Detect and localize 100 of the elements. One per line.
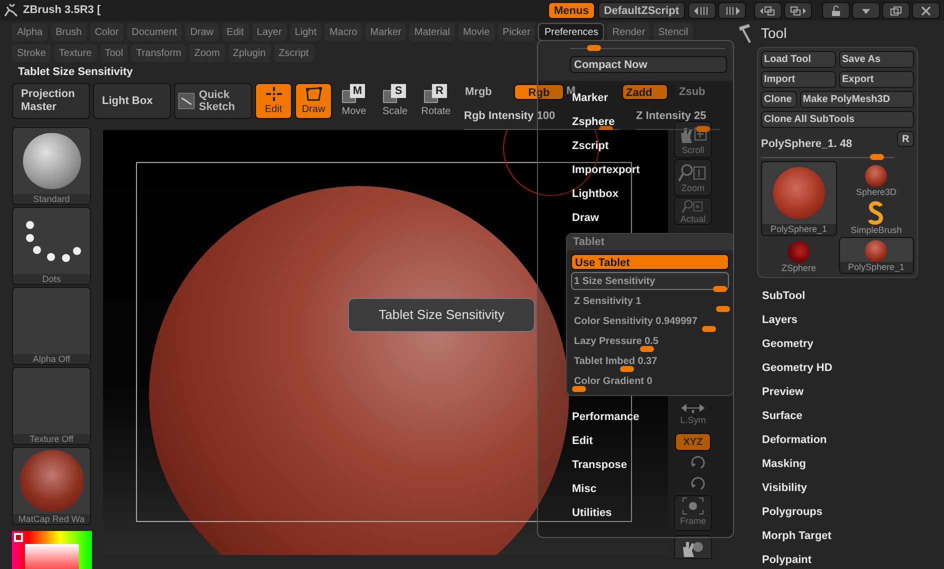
- shelf-button[interactable]: MatCap Red Wa: [12, 447, 91, 525]
- palette-section[interactable]: Visibility: [762, 480, 808, 496]
- scroll-left-button[interactable]: [688, 2, 716, 19]
- move-button[interactable]: [674, 535, 712, 559]
- palette-section[interactable]: Geometry: [762, 336, 814, 352]
- palette-section[interactable]: Deformation: [762, 432, 827, 448]
- menu-tab[interactable]: Render: [607, 23, 650, 41]
- transform-button[interactable]: S Scale: [376, 83, 414, 119]
- shelf-button[interactable]: Standard: [12, 127, 91, 205]
- palette-button[interactable]: Clone: [761, 91, 797, 108]
- menu-tab[interactable]: Alpha: [12, 23, 48, 41]
- palette-section[interactable]: Masking: [762, 456, 806, 472]
- tablet-slider[interactable]: Tablet Imbed 0.37: [571, 352, 729, 370]
- menu-tab[interactable]: Preferences: [538, 23, 604, 41]
- submenu-title[interactable]: Tablet: [567, 234, 733, 250]
- palette-section[interactable]: Preview: [762, 384, 804, 400]
- slider-thumb[interactable]: [572, 386, 586, 392]
- tablet-slider[interactable]: Color Gradient 0: [571, 372, 729, 390]
- menu-item[interactable]: Zsphere: [572, 110, 615, 134]
- menu-item[interactable]: Lightbox: [572, 182, 618, 206]
- view-button[interactable]: Scroll: [674, 121, 712, 158]
- palette-section[interactable]: SubTool: [762, 288, 806, 304]
- use-tablet-toggle[interactable]: Use Tablet: [571, 254, 729, 270]
- menu-tab[interactable]: Texture: [54, 44, 97, 62]
- z-mode-toggle[interactable]: Zadd: [622, 84, 668, 100]
- quick-sketch-button[interactable]: Quick Sketch: [174, 83, 252, 119]
- mode-button[interactable]: Draw: [295, 83, 332, 119]
- menu-tab[interactable]: Movie: [458, 23, 495, 41]
- menu-item[interactable]: Utilities: [572, 501, 612, 525]
- menu-tab[interactable]: Layer: [252, 23, 287, 41]
- color-picker[interactable]: [12, 531, 92, 569]
- menu-tab[interactable]: Zplugin: [228, 44, 271, 62]
- menu-tab[interactable]: Light: [290, 23, 322, 41]
- palette-button[interactable]: Load Tool: [761, 51, 836, 68]
- menu-tab[interactable]: Draw: [185, 23, 219, 41]
- view-button[interactable]: Actual: [674, 197, 712, 225]
- slider-thumb[interactable]: [696, 126, 710, 132]
- menu-tab[interactable]: Picker: [498, 23, 536, 41]
- toolbar-button[interactable]: Light Box: [93, 83, 171, 119]
- menu-tab[interactable]: Stroke: [12, 44, 51, 62]
- tool-thumbnail[interactable]: SimpleBrush: [838, 199, 914, 236]
- tool-thumbnail[interactable]: PolySphere_1: [838, 237, 914, 274]
- symmetry-button[interactable]: L.Sym: [674, 401, 712, 431]
- frame-button[interactable]: Frame: [674, 495, 712, 531]
- transform-button[interactable]: R Rotate: [417, 83, 455, 119]
- palette-section[interactable]: Geometry HD: [762, 360, 832, 376]
- palette-button[interactable]: Save As: [839, 51, 914, 68]
- shelf-button[interactable]: Texture Off: [12, 367, 91, 445]
- menu-item[interactable]: Edit: [572, 429, 593, 453]
- view-button[interactable]: Zoom: [674, 159, 712, 196]
- menu-item[interactable]: Transpose: [572, 453, 628, 477]
- dock-left-button[interactable]: [754, 2, 782, 19]
- menu-tab[interactable]: Edit: [222, 23, 249, 41]
- restore-button[interactable]: [882, 2, 910, 19]
- menu-tab[interactable]: Material: [409, 23, 455, 41]
- lock-button[interactable]: [822, 2, 850, 19]
- menu-tab[interactable]: Tool: [100, 44, 128, 62]
- shelf-button[interactable]: Dots: [12, 207, 91, 285]
- tool-thumbnail[interactable]: PolySphere_1: [761, 161, 836, 236]
- color-mode-toggle[interactable]: Mrgb: [464, 84, 514, 100]
- palette-section[interactable]: Layers: [762, 312, 798, 328]
- minimize-button[interactable]: [852, 2, 880, 19]
- palette-section[interactable]: Morph Target: [762, 528, 832, 544]
- tablet-slider[interactable]: Color Sensitivity 0.949997: [571, 312, 729, 330]
- palette-button[interactable]: Import: [761, 71, 836, 88]
- z-mode-toggle[interactable]: Zsub: [676, 84, 722, 100]
- color-field[interactable]: [25, 544, 79, 569]
- menu-tab[interactable]: Marker: [365, 23, 406, 41]
- rotation-axis-button[interactable]: XYZ: [675, 433, 711, 451]
- palette-button[interactable]: Export: [839, 71, 914, 88]
- mode-button[interactable]: Edit: [255, 83, 292, 119]
- palette-section[interactable]: Surface: [762, 408, 802, 424]
- slider-thumb[interactable]: [586, 45, 601, 51]
- reset-button[interactable]: R: [897, 131, 914, 147]
- menu-tab[interactable]: Transform: [131, 44, 186, 62]
- tablet-slider[interactable]: 1 Size Sensitivity: [571, 272, 729, 290]
- close-button[interactable]: [912, 2, 940, 19]
- menu-button[interactable]: Menus: [548, 2, 595, 19]
- menu-tab[interactable]: Brush: [50, 23, 87, 41]
- main-color-swatch[interactable]: [14, 533, 23, 542]
- palette-section[interactable]: Polygroups: [762, 504, 823, 520]
- palette-button[interactable]: Make PolyMesh3D: [800, 91, 914, 108]
- shelf-button[interactable]: Alpha Off: [12, 287, 91, 365]
- palette-button[interactable]: Clone All SubTools: [761, 111, 914, 128]
- transform-button[interactable]: M Move: [335, 83, 373, 119]
- slider-thumb[interactable]: [713, 286, 728, 292]
- slider-thumb[interactable]: [716, 306, 730, 312]
- slider-thumb[interactable]: [620, 366, 634, 372]
- menu-tab[interactable]: Color: [90, 23, 124, 41]
- palette-section[interactable]: Polypaint: [762, 552, 812, 568]
- menu-item[interactable]: Misc: [572, 477, 596, 501]
- tool-thumbnail[interactable]: Sphere3D: [838, 161, 914, 198]
- menu-tab[interactable]: Macro: [324, 23, 362, 41]
- toolbar-button[interactable]: Projection Master: [12, 83, 90, 119]
- dock-right-button[interactable]: [784, 2, 812, 19]
- menu-tab[interactable]: Document: [126, 23, 182, 41]
- menu-item[interactable]: Draw: [572, 206, 599, 230]
- menu-tab[interactable]: Stencil: [653, 23, 694, 41]
- slider-thumb[interactable]: [702, 326, 716, 332]
- menu-button[interactable]: DefaultZScript: [598, 2, 685, 19]
